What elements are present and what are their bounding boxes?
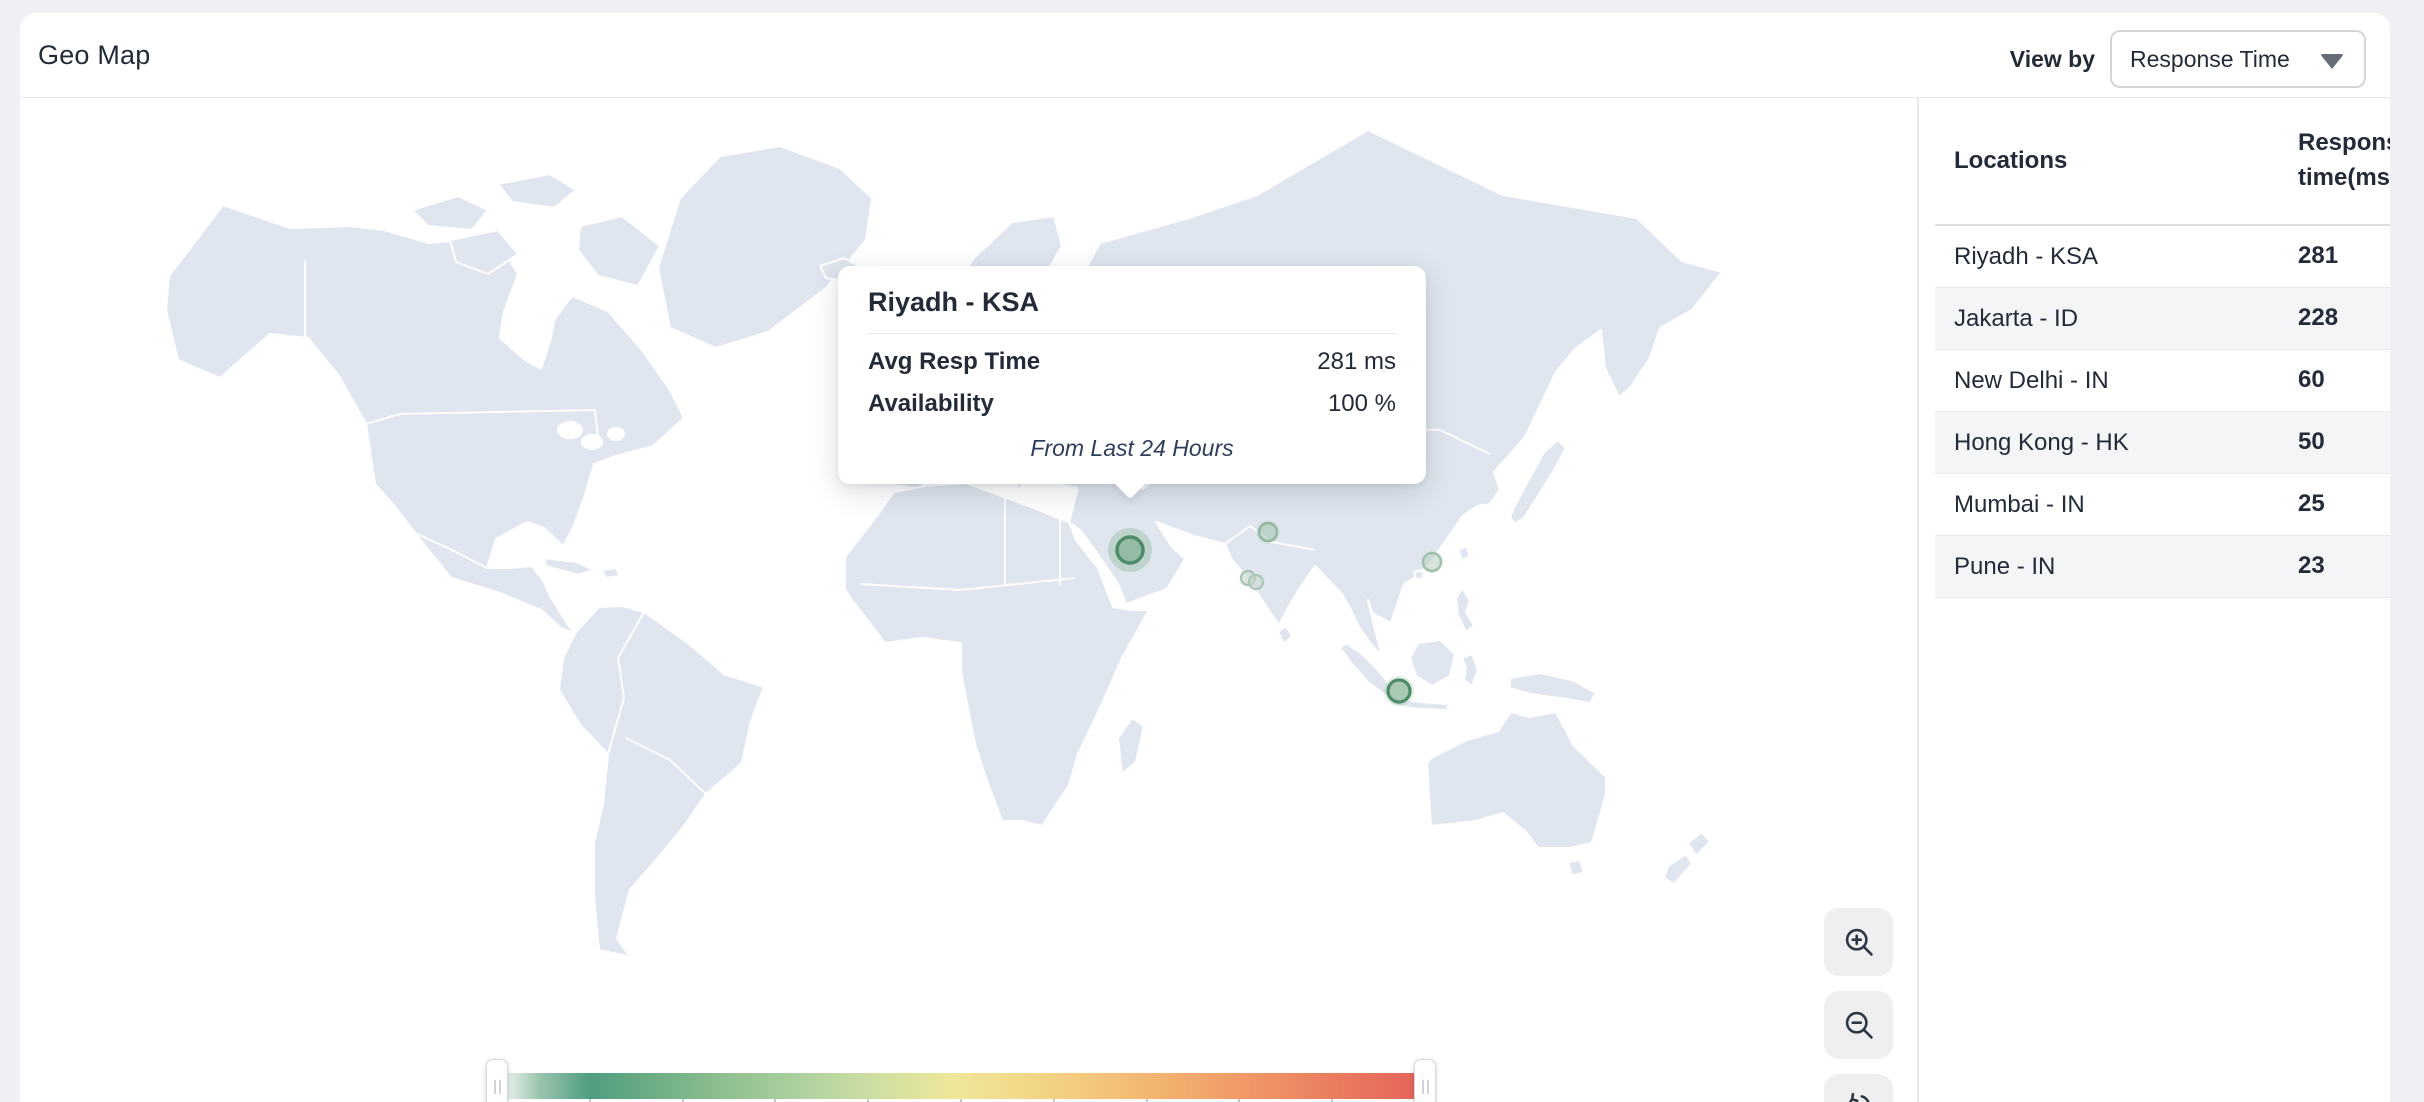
world-map-svg	[20, 98, 1917, 1102]
location-cell: Hong Kong - HK	[1935, 429, 2298, 457]
response-time-cell: 60	[2298, 363, 2390, 398]
map-marker[interactable]	[1388, 680, 1410, 702]
response-time-cell: 50	[2298, 425, 2390, 460]
tooltip-footer: From Last 24 Hours	[868, 435, 1396, 462]
map-marker[interactable]	[1259, 523, 1277, 541]
location-cell: New Delhi - IN	[1935, 367, 2298, 395]
card-header: Geo Map View by Response Time	[20, 13, 2390, 98]
zoom-reset-button[interactable]	[1824, 1074, 1893, 1102]
handle-grip-icon	[499, 1080, 501, 1094]
tooltip-row: Availability 100 %	[868, 390, 1396, 418]
world-map-canvas[interactable]: Riyadh - KSA Avg Resp Time 281 ms Availa…	[20, 98, 1917, 1102]
location-cell: Riyadh - KSA	[1935, 243, 2298, 271]
map-marker[interactable]	[1249, 575, 1263, 589]
continents	[166, 130, 1722, 957]
table-row[interactable]: Riyadh - KSA281	[1935, 226, 2390, 288]
handle-grip-icon	[1422, 1080, 1424, 1094]
view-by-selected-value: Response Time	[2130, 46, 2290, 73]
locations-table-body: Riyadh - KSA281Jakarta - ID228New Delhi …	[1935, 226, 2390, 598]
column-header-locations: Locations	[1935, 147, 2298, 175]
response-time-cell: 25	[2298, 487, 2390, 522]
tooltip-row: Avg Resp Time 281 ms	[868, 348, 1396, 376]
chevron-down-icon	[2320, 54, 2344, 69]
page-title: Geo Map	[38, 40, 150, 71]
magnifier-minus-icon	[1842, 1008, 1876, 1042]
geo-map-page: Geo Map View by Response Time	[0, 0, 2424, 1102]
view-by-control: View by Response Time	[2010, 30, 2366, 88]
map-zoom-controls	[1824, 908, 1893, 1102]
locations-panel: Locations Response time(ms) Riyadh - KSA…	[1919, 98, 2390, 1102]
table-row[interactable]: Mumbai - IN25	[1935, 474, 2390, 536]
location-cell: Mumbai - IN	[1935, 491, 2298, 519]
tooltip-metric-value: 100 %	[1328, 390, 1396, 418]
magnifier-plus-icon	[1842, 925, 1876, 959]
legend-max-handle[interactable]	[1414, 1059, 1436, 1102]
locations-table-header: Locations Response time(ms)	[1935, 98, 2390, 226]
location-cell: Pune - IN	[1935, 553, 2298, 581]
location-cell: Jakarta - ID	[1935, 305, 2298, 333]
map-marker[interactable]	[1117, 537, 1143, 563]
map-marker[interactable]	[1423, 553, 1441, 571]
magnifier-reset-icon	[1842, 1091, 1876, 1102]
column-header-response-time: Response time(ms)	[2298, 126, 2390, 196]
tooltip-metric-label: Availability	[868, 390, 994, 418]
tooltip-divider	[868, 333, 1396, 334]
legend-min-handle[interactable]	[486, 1059, 508, 1102]
response-time-cell: 23	[2298, 549, 2390, 584]
view-by-dropdown[interactable]: Response Time	[2110, 30, 2366, 88]
geo-map-card: Geo Map View by Response Time	[20, 13, 2390, 1102]
legend-gradient-bar	[497, 1073, 1425, 1099]
table-row[interactable]: New Delhi - IN60	[1935, 350, 2390, 412]
locations-table: Locations Response time(ms) Riyadh - KSA…	[1935, 98, 2390, 598]
zoom-in-button[interactable]	[1824, 908, 1893, 976]
response-time-cell: 228	[2298, 301, 2390, 336]
tooltip-title: Riyadh - KSA	[868, 287, 1396, 318]
table-row[interactable]: Jakarta - ID228	[1935, 288, 2390, 350]
handle-grip-icon	[1427, 1080, 1429, 1094]
tooltip-metric-value: 281 ms	[1317, 348, 1396, 376]
zoom-out-button[interactable]	[1824, 991, 1893, 1059]
tooltip-metric-label: Avg Resp Time	[868, 348, 1040, 376]
table-row[interactable]: Pune - IN23	[1935, 536, 2390, 598]
handle-grip-icon	[494, 1080, 496, 1094]
table-row[interactable]: Hong Kong - HK50	[1935, 412, 2390, 474]
response-time-cell: 281	[2298, 239, 2390, 274]
response-time-legend: 02004006008001,0001,2001,4001,6001,8002,…	[497, 1059, 1425, 1102]
map-tooltip: Riyadh - KSA Avg Resp Time 281 ms Availa…	[838, 266, 1426, 484]
view-by-label: View by	[2010, 46, 2095, 73]
